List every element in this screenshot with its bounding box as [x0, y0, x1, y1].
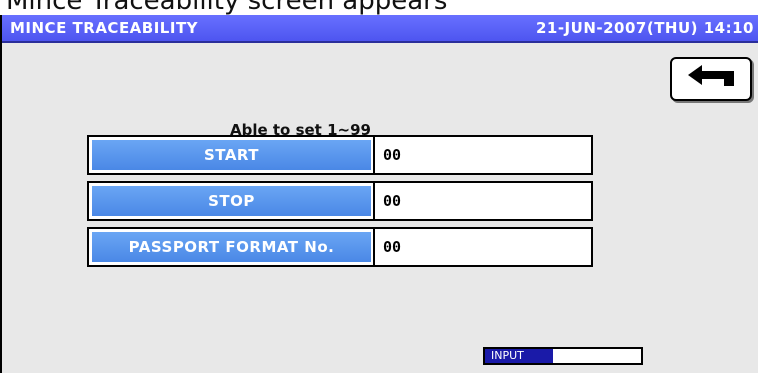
field-divider [373, 137, 375, 173]
stop-value[interactable]: 00 [383, 192, 401, 210]
field-divider [373, 183, 375, 219]
screen-title: MINCE TRACEABILITY [10, 19, 199, 37]
screen-caption: Mince Traceability screen appears [6, 0, 448, 16]
start-field-row[interactable]: START 00 [87, 135, 593, 175]
stop-field-row[interactable]: STOP 00 [87, 181, 593, 221]
passport-format-field-row[interactable]: PASSPORT FORMAT No. 00 [87, 227, 593, 267]
return-arrow-icon [688, 65, 734, 86]
back-button[interactable] [670, 57, 752, 101]
input-mode-tag: INPUT [485, 349, 553, 363]
date-time: 21-JUN-2007(THU) 14:10 [535, 19, 754, 37]
stop-label: STOP [92, 186, 371, 216]
passport-format-label: PASSPORT FORMAT No. [92, 232, 371, 262]
input-mode-indicator: INPUT [483, 347, 643, 365]
title-bar: MINCE TRACEABILITY 21-JUN-2007(THU) 14:1… [2, 15, 758, 43]
scale-screen: MINCE TRACEABILITY 21-JUN-2007(THU) 14:1… [0, 15, 758, 373]
start-label: START [92, 140, 371, 170]
start-value[interactable]: 00 [383, 146, 401, 164]
passport-format-value[interactable]: 00 [383, 238, 401, 256]
field-divider [373, 229, 375, 265]
